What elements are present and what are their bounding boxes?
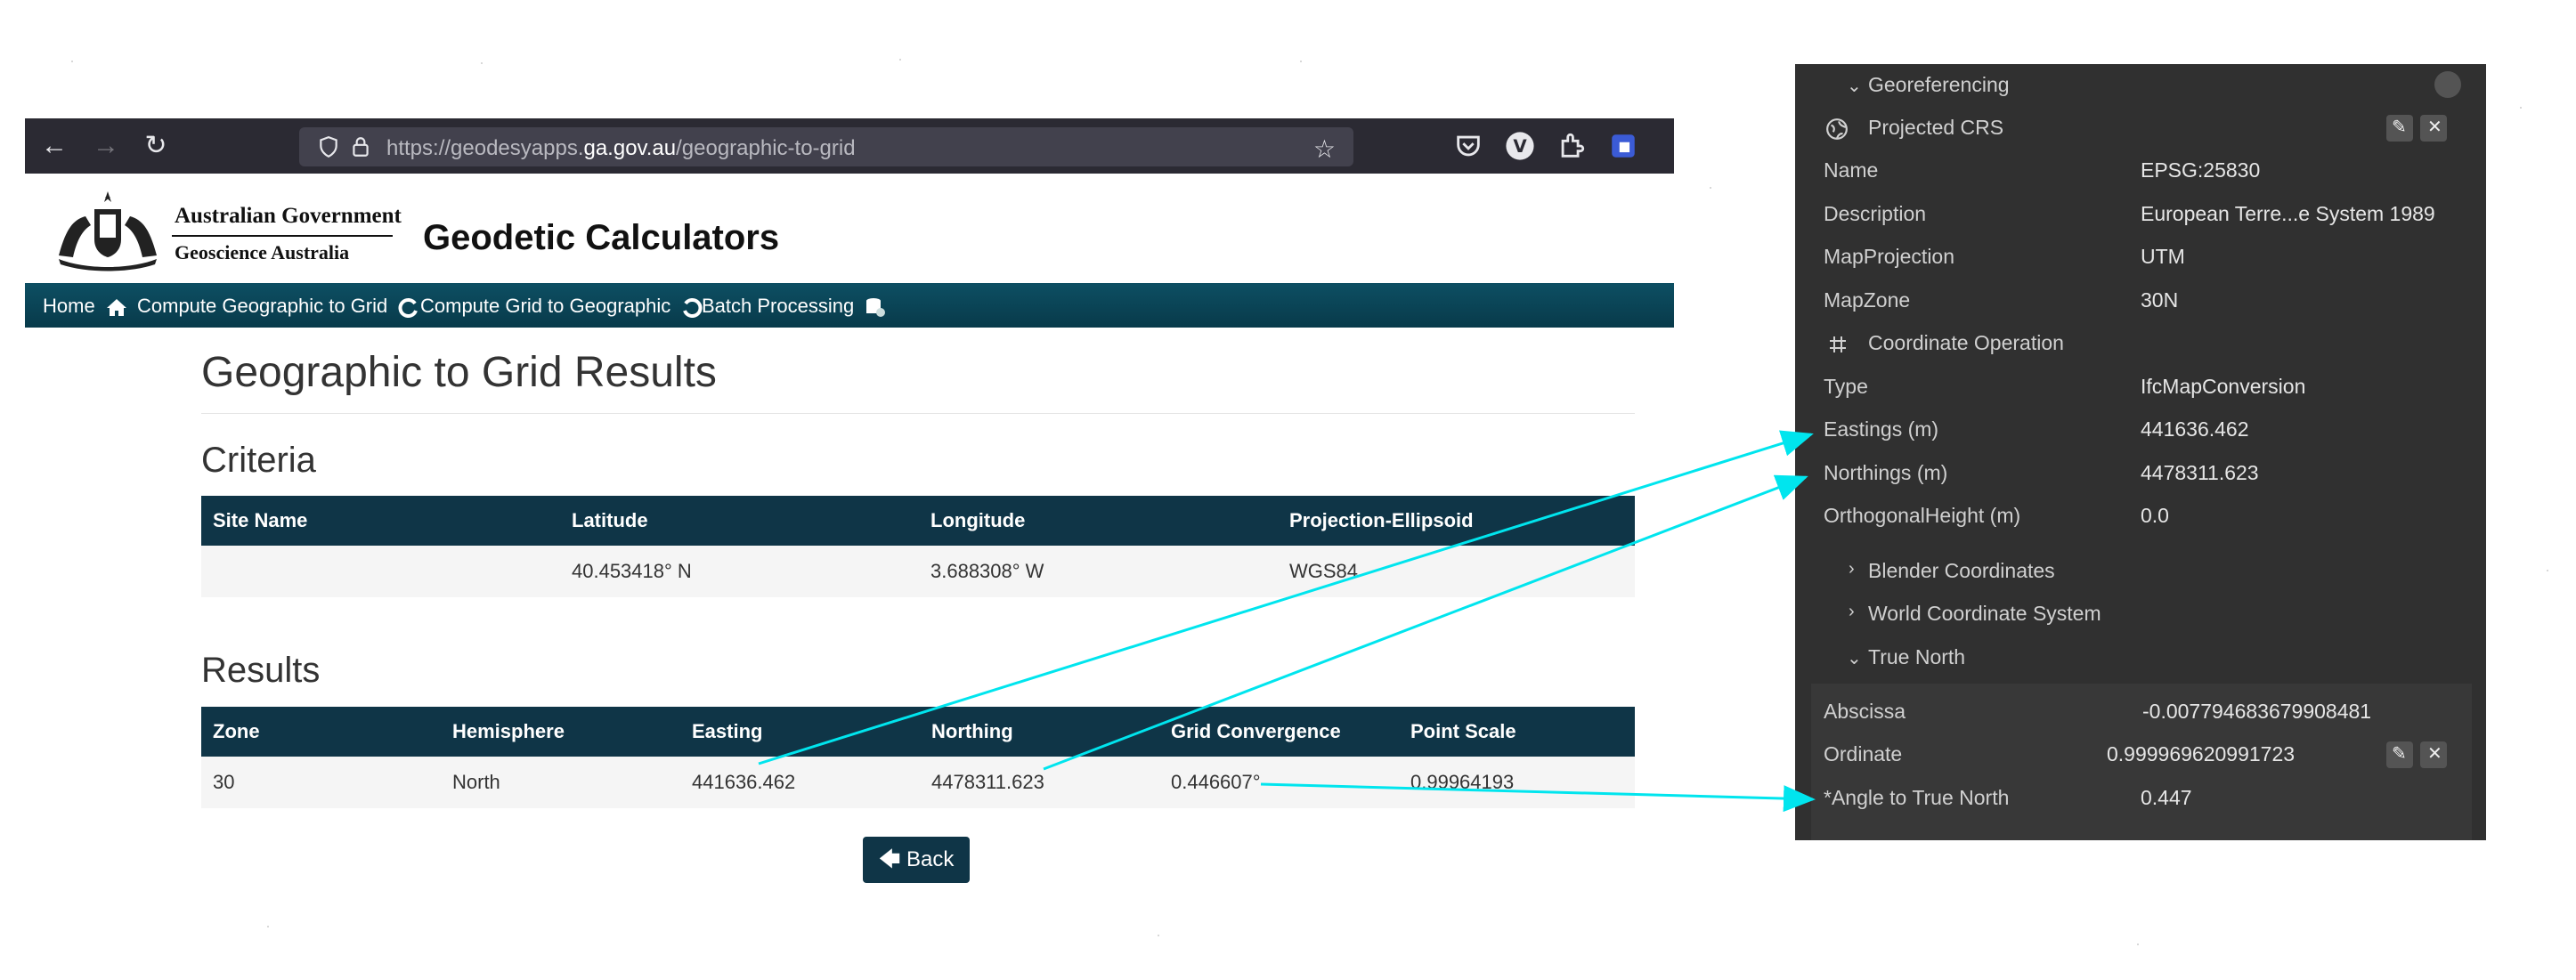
convergence-link-arrow bbox=[1260, 782, 1816, 813]
easting-link-arrow bbox=[758, 430, 1814, 765]
annotation-overlay bbox=[758, 430, 1816, 813]
northing-link-arrow bbox=[1043, 474, 1808, 771]
